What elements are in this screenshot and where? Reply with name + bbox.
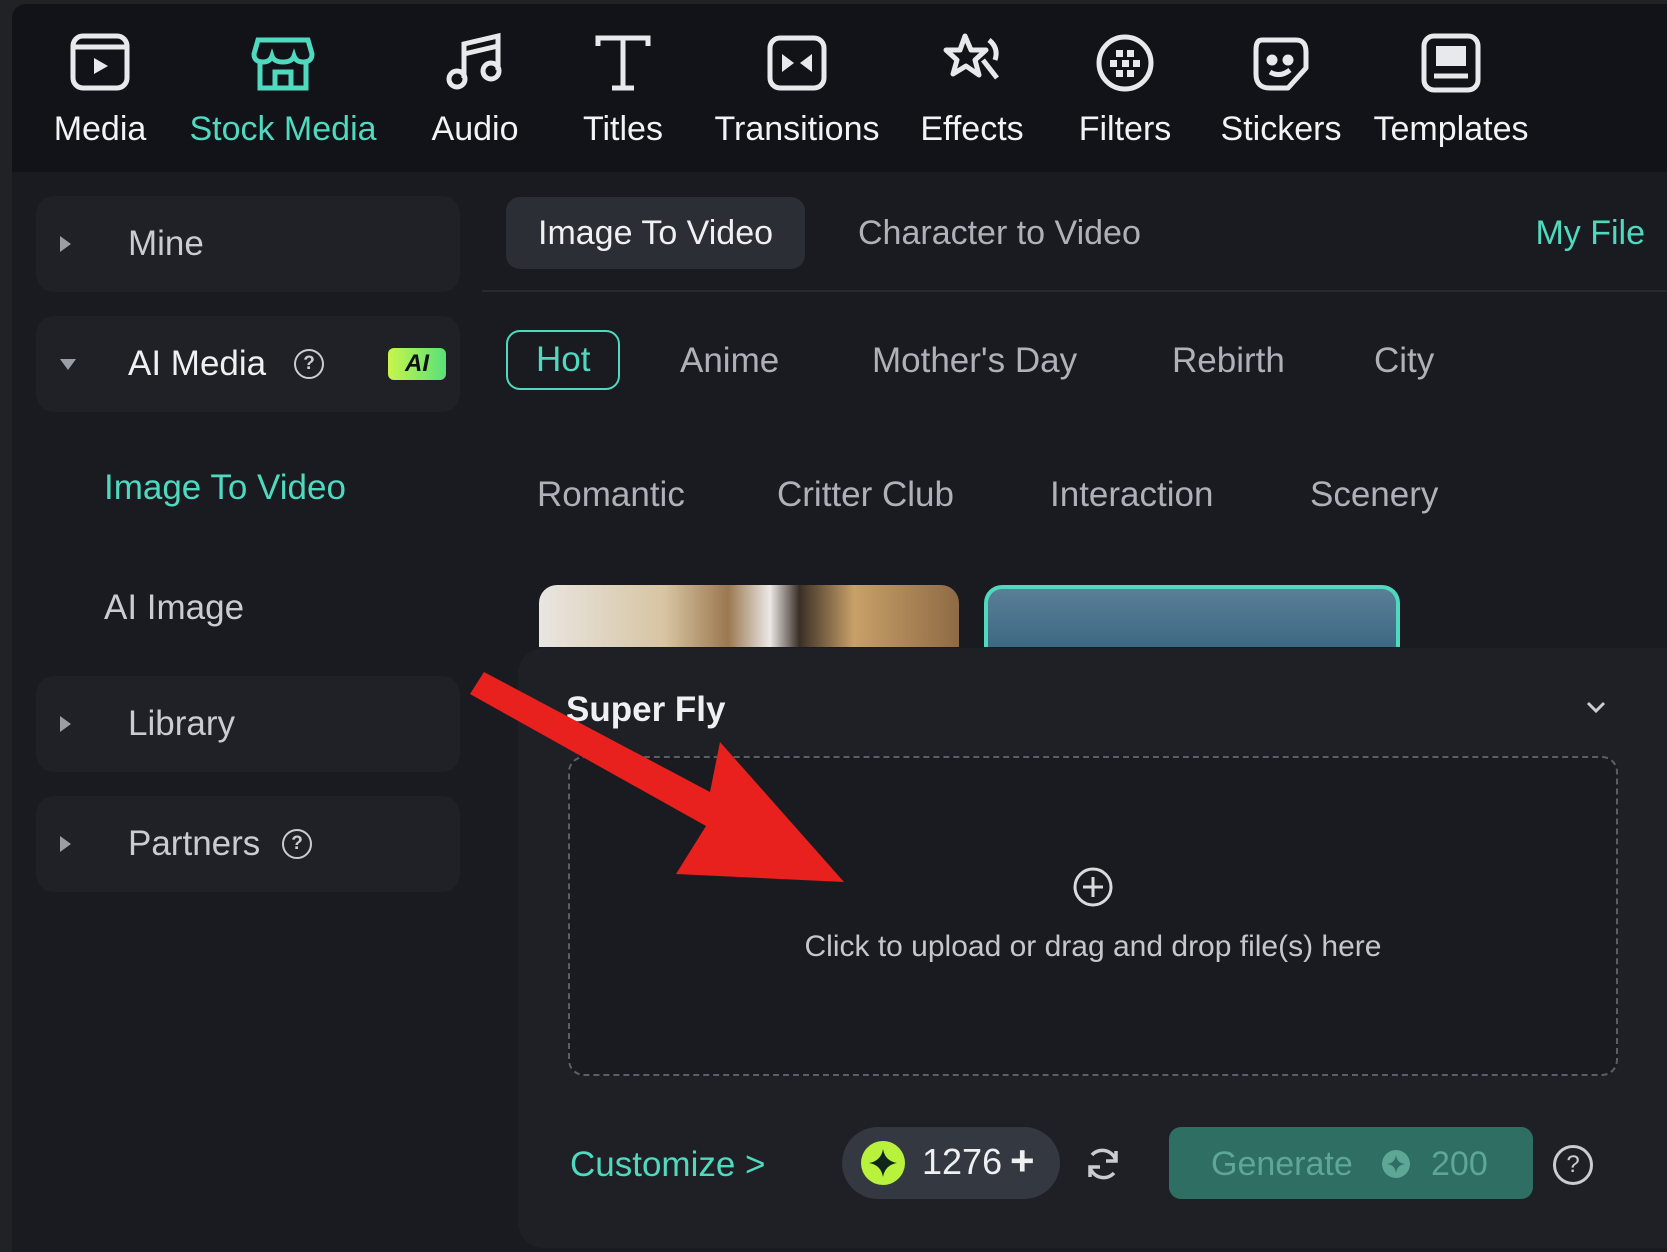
templates-icon — [1421, 33, 1481, 93]
generate-cost: 200 — [1431, 1145, 1488, 1183]
toolbar-label: Filters — [1078, 110, 1172, 148]
sidebar-item-label: AI Media — [128, 344, 267, 383]
category-interaction[interactable]: Interaction — [1050, 475, 1213, 515]
sidebar-item-partners[interactable]: Partners ? — [36, 796, 460, 892]
credit-coin-icon — [861, 1141, 905, 1185]
toolbar-audio[interactable]: Audio — [420, 4, 530, 172]
template-thumbnail[interactable] — [539, 585, 959, 647]
toolbar-label: Effects — [920, 110, 1024, 148]
music-note-icon — [446, 32, 502, 90]
credits-pill[interactable]: 1276 + — [842, 1127, 1060, 1199]
toolbar-titles[interactable]: Titles — [578, 4, 668, 172]
media-icon — [70, 33, 130, 91]
help-icon[interactable]: ? — [1553, 1145, 1593, 1185]
expand-arrow-icon — [60, 836, 71, 852]
sidebar-item-ai-media[interactable]: AI Media ? AI — [36, 316, 460, 412]
toolbar-stickers[interactable]: Stickers — [1216, 4, 1346, 172]
sidebar-subitem-ai-image[interactable]: AI Image — [104, 588, 244, 628]
toolbar-filters[interactable]: Filters — [1070, 4, 1180, 172]
sidebar-item-mine[interactable]: Mine — [36, 196, 460, 292]
text-t-icon — [595, 35, 651, 91]
refresh-icon[interactable] — [1084, 1145, 1122, 1183]
plus-circle-icon — [1073, 867, 1113, 907]
help-icon[interactable]: ? — [294, 349, 324, 379]
expand-arrow-icon — [60, 716, 71, 732]
customize-link[interactable]: Customize > — [570, 1145, 766, 1185]
ai-badge: AI — [388, 348, 446, 380]
filters-icon — [1096, 34, 1154, 92]
top-toolbar: Media Stock Media Audio Titles Transitio… — [12, 4, 1667, 172]
toolbar-label: Templates — [1373, 110, 1529, 148]
sidebar-item-library[interactable]: Library — [36, 676, 460, 772]
sidebar: Mine AI Media ? AI Image To Video AI Ima… — [12, 172, 482, 1252]
sidebar-subitem-image-to-video[interactable]: Image To Video — [104, 468, 346, 508]
toolbar-label: Media — [53, 110, 147, 148]
stock-media-icon — [251, 37, 315, 91]
category-hot[interactable]: Hot — [506, 330, 621, 390]
credit-coin-icon — [1382, 1150, 1410, 1178]
collapse-arrow-icon — [60, 358, 76, 370]
add-credits-button[interactable]: + — [1010, 1140, 1035, 1182]
generate-label: Generate — [1211, 1145, 1353, 1183]
upload-dropzone[interactable]: Click to upload or drag and drop file(s)… — [568, 756, 1618, 1076]
category-rebirth[interactable]: Rebirth — [1172, 341, 1285, 381]
divider — [482, 290, 1667, 292]
toolbar-label: Stickers — [1220, 110, 1342, 148]
toolbar-label: Stock Media — [189, 110, 377, 148]
chevron-down-icon[interactable] — [1583, 694, 1609, 720]
credit-balance: 1276 — [922, 1141, 1003, 1182]
sidebar-item-label: Partners — [128, 824, 261, 863]
toolbar-label: Audio — [431, 110, 519, 148]
help-icon[interactable]: ? — [282, 829, 312, 859]
sticker-icon — [1253, 37, 1309, 91]
template-panel: Super Fly Click to upload or drag and dr… — [518, 648, 1667, 1248]
tab-image-to-video[interactable]: Image To Video — [506, 197, 806, 269]
category-city[interactable]: City — [1374, 341, 1434, 381]
category-anime[interactable]: Anime — [680, 341, 779, 381]
upload-hint: Click to upload or drag and drop file(s)… — [804, 930, 1382, 963]
toolbar-stock-media[interactable]: Stock Media — [188, 4, 378, 172]
template-thumbnail-selected[interactable] — [984, 585, 1400, 647]
transitions-icon — [767, 35, 827, 91]
category-critter-club[interactable]: Critter Club — [777, 475, 954, 515]
sidebar-item-label: Mine — [128, 224, 204, 263]
toolbar-templates[interactable]: Templates — [1373, 4, 1529, 172]
toolbar-label: Transitions — [714, 110, 880, 148]
toolbar-effects[interactable]: Effects — [912, 4, 1032, 172]
toolbar-transitions[interactable]: Transitions — [712, 4, 882, 172]
sidebar-item-label: Library — [128, 704, 235, 743]
my-file-link[interactable]: My File — [1535, 197, 1645, 269]
tab-character-to-video[interactable]: Character to Video — [826, 197, 1173, 269]
panel-title: Super Fly — [566, 690, 726, 729]
category-scenery[interactable]: Scenery — [1310, 475, 1438, 515]
category-romantic[interactable]: Romantic — [537, 475, 685, 515]
toolbar-media[interactable]: Media — [50, 4, 150, 172]
toolbar-label: Titles — [583, 110, 663, 148]
category-mothers-day[interactable]: Mother's Day — [872, 341, 1077, 381]
generate-button[interactable]: Generate 200 — [1169, 1127, 1533, 1199]
effects-star-icon — [943, 33, 999, 80]
expand-arrow-icon — [60, 236, 71, 252]
